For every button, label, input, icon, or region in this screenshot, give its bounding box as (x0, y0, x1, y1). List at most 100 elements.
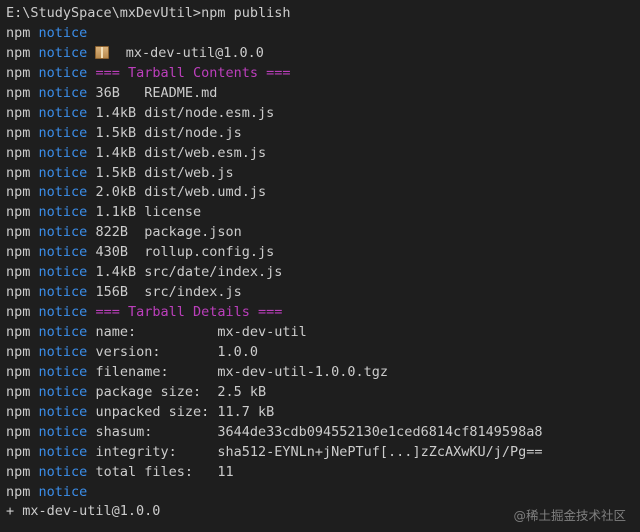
terminal-line: npm notice === Tarball Details === (6, 303, 640, 323)
file-size: 1.4kB (95, 264, 137, 281)
publish-result: + mx-dev-util@1.0.0 (6, 503, 161, 520)
terminal-line: npm notice mx-dev-util@1.0.0 (6, 44, 640, 64)
file-row: npm notice 1.1kB license (6, 203, 640, 223)
package-icon (95, 45, 110, 59)
detail-key: name: (95, 324, 218, 340)
detail-value: 11 (217, 463, 234, 480)
npm-prefix: npm (6, 224, 31, 241)
notice-label: notice (38, 284, 88, 301)
detail-key: shasum: (95, 423, 218, 440)
npm-prefix: npm (6, 423, 31, 440)
detail-row: npm notice integrity: sha512-EYNLn+jNePT… (6, 443, 640, 463)
file-path: dist/web.umd.js (144, 184, 267, 201)
file-path: README.md (144, 84, 218, 101)
npm-prefix: npm (6, 483, 31, 500)
file-row: npm notice 156B src/index.js (6, 283, 640, 303)
notice-label: notice (38, 324, 88, 340)
npm-prefix: npm (6, 44, 31, 61)
file-row: npm notice 1.5kB dist/web.js (6, 164, 640, 184)
file-row: npm notice 1.5kB dist/node.js (6, 124, 640, 144)
detail-value: 11.7 kB (217, 403, 275, 420)
detail-row: npm notice filename: mx-dev-util-1.0.0.t… (6, 363, 640, 383)
terminal-window[interactable]: E:\StudySpace\mxDevUtil>npm publish npm … (0, 0, 640, 532)
watermark: @稀土掘金技术社区 (513, 508, 626, 523)
notice-label: notice (38, 204, 88, 221)
file-size: 2.0kB (95, 184, 137, 201)
file-row: npm notice 1.4kB dist/web.esm.js (6, 144, 640, 164)
npm-prefix: npm (6, 264, 31, 281)
file-path: dist/node.esm.js (144, 104, 275, 121)
terminal-line: npm notice (6, 24, 640, 44)
detail-row: npm notice shasum: 3644de33cdb094552130e… (6, 423, 640, 443)
notice-label: notice (38, 184, 88, 201)
file-path: dist/web.esm.js (144, 144, 267, 161)
notice-label: notice (38, 423, 88, 440)
notice-label: notice (38, 104, 88, 121)
detail-row: npm notice unpacked size: 11.7 kB (6, 403, 640, 423)
notice-label: notice (38, 224, 88, 241)
file-size: 156B (95, 284, 137, 301)
file-size: 1.5kB (95, 164, 137, 181)
terminal-line: npm notice === Tarball Contents === (6, 64, 640, 84)
detail-key: total files: (95, 463, 218, 480)
notice-label: notice (38, 443, 88, 460)
notice-label: notice (38, 463, 88, 480)
npm-prefix: npm (6, 124, 31, 141)
npm-prefix: npm (6, 24, 31, 41)
notice-label: notice (38, 304, 88, 321)
npm-prefix: npm (6, 284, 31, 301)
notice-label: notice (38, 24, 88, 41)
npm-prefix: npm (6, 204, 31, 221)
npm-prefix: npm (6, 403, 31, 420)
notice-label: notice (38, 144, 88, 161)
detail-value: sha512-EYNLn+jNePTuf[...]zZcAXwKU/j/Pg== (217, 443, 543, 460)
detail-row: npm notice version: 1.0.0 (6, 343, 640, 363)
terminal-line: npm notice (6, 483, 640, 503)
file-path: dist/node.js (144, 124, 242, 141)
npm-prefix: npm (6, 64, 31, 81)
npm-prefix: npm (6, 324, 31, 340)
file-row: npm notice 1.4kB src/date/index.js (6, 263, 640, 283)
section-header-contents: === Tarball Contents === (95, 64, 291, 81)
file-path: src/date/index.js (144, 264, 283, 281)
notice-label: notice (38, 383, 88, 400)
detail-key: filename: (95, 363, 218, 380)
detail-row: npm notice total files: 11 (6, 463, 640, 483)
detail-row: npm notice name: mx-dev-util (6, 323, 640, 343)
file-size: 1.1kB (95, 204, 137, 221)
npm-prefix: npm (6, 463, 31, 480)
notice-label: notice (38, 124, 88, 141)
detail-value: 1.0.0 (217, 343, 259, 360)
prompt-line: E:\StudySpace\mxDevUtil>npm publish (6, 4, 640, 24)
notice-label: notice (38, 343, 88, 360)
detail-value: mx-dev-util (217, 324, 307, 340)
notice-label: notice (38, 84, 88, 101)
file-path: package.json (144, 224, 242, 241)
detail-key: version: (95, 343, 218, 360)
detail-key: integrity: (95, 443, 218, 460)
file-row: npm notice 2.0kB dist/web.umd.js (6, 183, 640, 203)
file-path: rollup.config.js (144, 244, 275, 261)
file-size: 430B (95, 244, 137, 261)
file-row: npm notice 822B package.json (6, 223, 640, 243)
notice-label: notice (38, 164, 88, 181)
file-size: 36B (95, 84, 137, 101)
notice-label: notice (38, 483, 88, 500)
notice-label: notice (38, 244, 88, 261)
npm-prefix: npm (6, 343, 31, 360)
detail-value: 2.5 kB (217, 383, 267, 400)
file-size: 1.5kB (95, 124, 137, 141)
notice-label: notice (38, 44, 88, 61)
npm-prefix: npm (6, 184, 31, 201)
file-size: 1.4kB (95, 104, 137, 121)
detail-value: 3644de33cdb094552130e1ced6814cf8149598a8 (217, 423, 543, 440)
npm-prefix: npm (6, 383, 31, 400)
file-row: npm notice 36B README.md (6, 84, 640, 104)
notice-label: notice (38, 363, 88, 380)
notice-label: notice (38, 64, 88, 81)
file-path: license (144, 204, 202, 221)
npm-prefix: npm (6, 84, 31, 101)
notice-label: notice (38, 403, 88, 420)
file-path: src/index.js (144, 284, 242, 301)
detail-value: mx-dev-util-1.0.0.tgz (217, 363, 389, 380)
